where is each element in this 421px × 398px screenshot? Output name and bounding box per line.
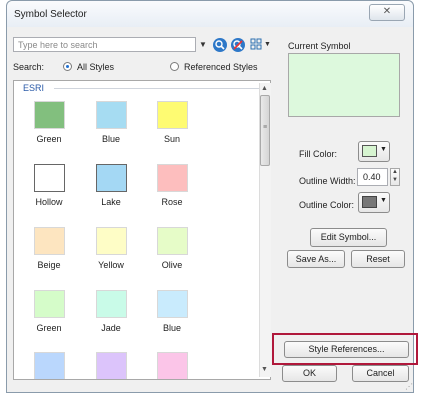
symbol-label: Beige xyxy=(37,260,61,270)
symbol-swatch xyxy=(156,227,188,255)
ok-button[interactable]: OK xyxy=(282,365,337,382)
chevron-down-icon: ▼ xyxy=(380,146,387,153)
radio-all-styles[interactable] xyxy=(63,62,72,71)
search-input[interactable]: Type here to search xyxy=(13,37,196,52)
symbol-item[interactable]: Green xyxy=(18,290,80,333)
symbol-swatch xyxy=(33,227,65,255)
symbol-label: Jade xyxy=(101,323,121,333)
window-title: Symbol Selector xyxy=(14,9,87,20)
scroll-down-icon[interactable]: ▼ xyxy=(261,366,268,373)
symbol-label: Yellow xyxy=(98,260,124,270)
symbol-item[interactable] xyxy=(18,352,80,379)
scroll-up-icon[interactable]: ▲ xyxy=(261,85,268,92)
symbol-label: Sun xyxy=(163,134,180,144)
symbol-label: Blue xyxy=(162,323,181,333)
cancel-button[interactable]: Cancel xyxy=(352,365,409,382)
symbol-swatch xyxy=(95,290,127,318)
spin-up-icon[interactable]: ▲ xyxy=(392,169,398,175)
symbol-swatch xyxy=(156,290,188,318)
symbol-swatch xyxy=(95,227,127,255)
spin-down-icon[interactable]: ▼ xyxy=(392,177,398,183)
symbol-item[interactable]: Jade xyxy=(80,290,142,333)
title-bar: Symbol Selector ✕ xyxy=(7,1,413,27)
current-symbol-preview xyxy=(288,53,400,117)
outline-width-stepper[interactable]: ▲ ▼ xyxy=(390,168,400,186)
symbol-swatch xyxy=(33,290,65,318)
symbol-item[interactable]: Rose xyxy=(141,164,203,207)
fill-color-swatch xyxy=(362,145,377,157)
search-scope-label: Search: xyxy=(13,62,45,72)
symbol-label: Rose xyxy=(161,197,183,207)
close-button[interactable]: ✕ xyxy=(369,4,405,21)
outline-width-value: 0.40 xyxy=(363,172,381,182)
view-options-icon[interactable] xyxy=(250,38,263,51)
symbol-swatch xyxy=(156,101,188,129)
search-dropdown-arrow-icon[interactable]: ▼ xyxy=(199,40,207,49)
symbol-swatch xyxy=(33,164,65,192)
symbol-item[interactable]: Blue xyxy=(80,101,142,144)
reset-button[interactable]: Reset xyxy=(351,250,405,268)
search-icon[interactable] xyxy=(213,38,227,52)
outline-width-label: Outline Width: xyxy=(299,176,356,186)
symbol-item[interactable]: Beige xyxy=(18,227,80,270)
symbol-label: Lake xyxy=(101,197,121,207)
edit-symbol-button[interactable]: Edit Symbol... xyxy=(310,228,387,247)
symbol-item[interactable] xyxy=(141,352,203,379)
close-icon: ✕ xyxy=(382,6,392,17)
resize-grip-icon[interactable]: ⋰ xyxy=(405,382,413,391)
radio-referenced-styles-label[interactable]: Referenced Styles xyxy=(184,62,258,72)
clear-search-icon[interactable] xyxy=(231,38,245,52)
outline-color-swatch xyxy=(362,196,377,208)
outline-width-field[interactable]: 0.40 xyxy=(357,168,388,186)
save-as-button[interactable]: Save As... xyxy=(287,250,345,268)
symbol-item[interactable] xyxy=(80,352,142,379)
view-options-dropdown-arrow-icon[interactable]: ▼ xyxy=(264,41,271,48)
symbol-swatch xyxy=(95,352,127,379)
symbol-label: Green xyxy=(36,323,62,333)
symbol-label: Blue xyxy=(101,134,120,144)
symbol-item[interactable]: Yellow xyxy=(80,227,142,270)
group-divider xyxy=(54,88,259,89)
outline-color-label: Outline Color: xyxy=(299,200,355,210)
radio-referenced-styles[interactable] xyxy=(170,62,179,71)
symbol-item[interactable]: Lake xyxy=(80,164,142,207)
symbol-item[interactable]: Blue xyxy=(141,290,203,333)
radio-all-styles-label[interactable]: All Styles xyxy=(77,62,114,72)
symbol-swatch xyxy=(156,352,188,379)
symbol-swatch xyxy=(95,164,127,192)
symbol-item[interactable]: Green xyxy=(18,101,80,144)
current-symbol-heading: Current Symbol xyxy=(288,41,351,51)
symbol-label: Hollow xyxy=(35,197,63,207)
group-header: ESRI xyxy=(23,83,45,93)
fill-color-label: Fill Color: xyxy=(299,149,338,159)
symbol-label: Green xyxy=(36,134,62,144)
symbol-item[interactable]: Hollow xyxy=(18,164,80,207)
symbol-swatch xyxy=(95,101,127,129)
symbol-item[interactable]: Sun xyxy=(141,101,203,144)
symbol-item[interactable]: Olive xyxy=(141,227,203,270)
scroll-grip-icon: ≡ xyxy=(263,124,268,131)
symbol-gallery[interactable]: ESRI Green Blue Sun Hollow Lake Rose Beige Yell… xyxy=(13,80,271,380)
symbol-label: Olive xyxy=(161,260,183,270)
style-references-button[interactable]: Style References... xyxy=(284,341,409,358)
search-placeholder: Type here to search xyxy=(18,40,98,50)
symbol-swatch xyxy=(33,352,65,379)
symbol-swatch xyxy=(33,101,65,129)
chevron-down-icon: ▼ xyxy=(380,197,387,204)
symbol-swatch xyxy=(156,164,188,192)
